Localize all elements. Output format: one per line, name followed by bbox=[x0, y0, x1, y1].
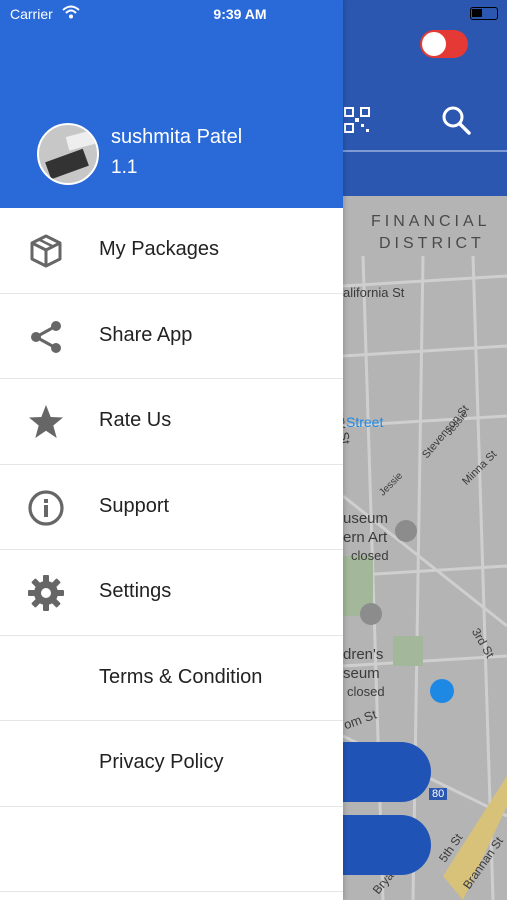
menu-item-label: Privacy Policy bbox=[99, 751, 224, 773]
share-icon bbox=[27, 318, 65, 356]
status-time: 9:39 AM bbox=[213, 6, 267, 22]
map-label: seum bbox=[343, 665, 380, 682]
menu-item-rate-us[interactable]: Rate Us bbox=[0, 379, 343, 465]
map-label: alifornia St bbox=[343, 285, 405, 300]
drawer-menu: My Packages Share App Rate Us Support Se… bbox=[0, 208, 343, 892]
battery-icon bbox=[470, 7, 498, 20]
highway-shield: 80 bbox=[429, 788, 448, 800]
map-label: Street bbox=[346, 414, 384, 430]
map-label: closed bbox=[351, 548, 389, 563]
map-label: DISTRICT bbox=[379, 235, 485, 252]
map-action-button[interactable] bbox=[343, 815, 431, 875]
map-label: closed bbox=[347, 684, 385, 699]
menu-item-privacy-policy[interactable]: Privacy Policy bbox=[0, 721, 343, 807]
toggle-knob bbox=[422, 32, 446, 56]
drawer-header: sushmita Patel 1.1 bbox=[0, 0, 343, 208]
search-icon[interactable] bbox=[440, 104, 472, 141]
navigation-drawer: sushmita Patel 1.1 My Packages Share App… bbox=[0, 0, 343, 900]
menu-item-label: Support bbox=[99, 494, 170, 517]
star-icon bbox=[27, 403, 65, 441]
menu-item-label: Settings bbox=[99, 580, 172, 602]
menu-item-my-packages[interactable]: My Packages bbox=[0, 208, 343, 294]
package-icon bbox=[27, 232, 65, 270]
map-label: ern Art bbox=[343, 529, 388, 546]
gear-icon bbox=[27, 574, 65, 612]
map-label: FINANCIAL bbox=[371, 213, 491, 230]
menu-item-share-app[interactable]: Share App bbox=[0, 294, 343, 379]
info-icon bbox=[27, 489, 65, 527]
user-name: sushmita Patel bbox=[111, 126, 243, 148]
avatar[interactable] bbox=[37, 123, 99, 185]
menu-item-label: Share App bbox=[99, 323, 193, 346]
menu-item-settings[interactable]: Settings bbox=[0, 550, 343, 636]
header-divider bbox=[343, 150, 507, 152]
map-label: dren's bbox=[343, 646, 384, 663]
menu-item-label: Terms & Condition bbox=[99, 665, 263, 688]
menu-item-label: My Packages bbox=[99, 238, 220, 260]
menu-item-terms[interactable]: Terms & Condition bbox=[0, 636, 343, 721]
map-label: useum bbox=[343, 510, 389, 527]
menu-item-support[interactable]: Support bbox=[0, 465, 343, 550]
status-bar: Carrier 9:39 AM bbox=[0, 0, 507, 28]
menu-item-empty bbox=[0, 807, 343, 892]
user-subtitle: 1.1 bbox=[111, 157, 138, 178]
menu-item-label: Rate Us bbox=[99, 409, 172, 431]
map-action-button[interactable] bbox=[343, 742, 431, 802]
status-toggle[interactable] bbox=[420, 30, 468, 58]
qr-scan-icon[interactable] bbox=[343, 106, 371, 139]
